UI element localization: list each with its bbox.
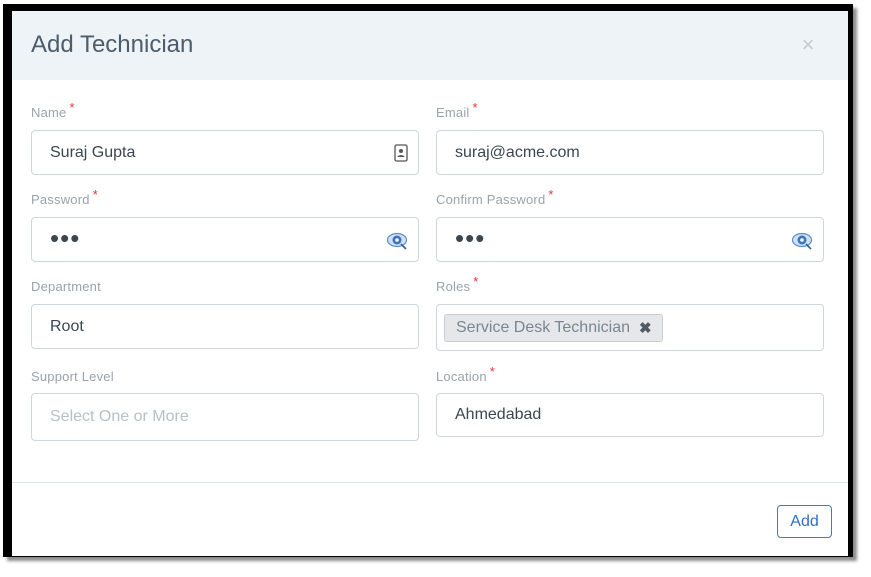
support-level-multiselect[interactable]: Select One or More [31, 393, 419, 441]
support-level-label: Support Level [31, 369, 114, 384]
reveal-password-icon[interactable] [791, 230, 813, 250]
required-mark: * [472, 100, 478, 115]
name-input[interactable]: Suraj Gupta [31, 130, 419, 175]
name-field-group: Name * Suraj Gupta [31, 100, 419, 175]
footer-divider [12, 482, 848, 483]
department-select[interactable]: Root [31, 304, 419, 349]
password-field-group: Password * ••• [31, 187, 419, 262]
name-value: Suraj Gupta [50, 143, 136, 161]
password-value: ••• [50, 222, 81, 253]
close-icon[interactable]: × [798, 34, 818, 56]
required-mark: * [489, 364, 496, 379]
roles-field-group: Roles * Service Desk Technician ✖ [436, 274, 824, 351]
add-technician-dialog: Add Technician × Name * Suraj Gupta Email… [12, 11, 848, 556]
password-input[interactable]: ••• [31, 217, 419, 262]
roles-multiselect[interactable]: Service Desk Technician ✖ [436, 304, 824, 351]
password-label: Password [31, 192, 90, 207]
roles-label: Roles [436, 279, 471, 294]
email-value: suraj@acme.com [455, 143, 580, 161]
department-label: Department [31, 279, 101, 294]
contact-card-icon[interactable] [394, 143, 408, 162]
confirm-password-field-group: Confirm Password * ••• [436, 187, 824, 262]
location-select[interactable]: Ahmedabad [436, 393, 824, 437]
location-value: Ahmedabad [455, 406, 542, 423]
required-mark: * [92, 187, 98, 202]
confirm-password-label: Confirm Password [436, 192, 546, 207]
dialog-header: Add Technician × [12, 11, 848, 80]
name-label: Name [31, 105, 67, 120]
remove-chip-icon[interactable]: ✖ [639, 319, 652, 337]
support-level-field-group: Support Level Select One or More [31, 369, 419, 441]
confirm-password-input[interactable]: ••• [436, 217, 824, 262]
add-button[interactable]: Add [777, 505, 832, 538]
support-level-placeholder: Select One or More [50, 408, 189, 425]
email-input[interactable]: suraj@acme.com [436, 130, 824, 175]
location-field-group: Location * Ahmedabad [436, 364, 824, 437]
required-mark: * [69, 100, 75, 115]
role-chip: Service Desk Technician ✖ [444, 313, 663, 342]
email-field-group: Email * suraj@acme.com [436, 100, 824, 175]
email-label: Email [436, 105, 470, 120]
department-field-group: Department Root [31, 279, 419, 349]
dialog-title: Add Technician [31, 31, 194, 58]
required-mark: * [473, 274, 479, 289]
department-value: Root [50, 317, 84, 335]
reveal-password-icon[interactable] [386, 230, 408, 250]
role-chip-label: Service Desk Technician [456, 318, 631, 336]
location-label: Location [436, 369, 487, 384]
confirm-password-value: ••• [455, 222, 486, 253]
required-mark: * [548, 187, 554, 202]
